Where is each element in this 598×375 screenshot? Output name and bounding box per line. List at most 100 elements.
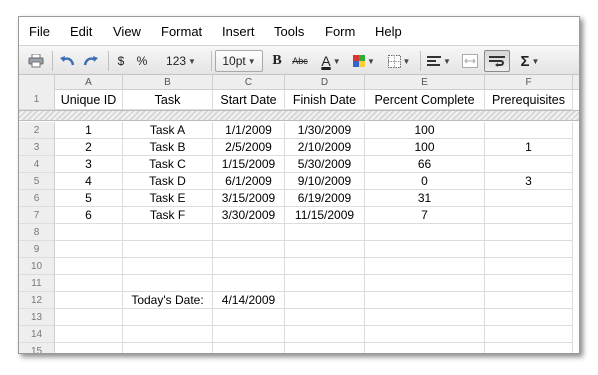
table-cell[interactable]: 2/5/2009 [213, 139, 285, 156]
table-cell[interactable]: 3/15/2009 [213, 190, 285, 207]
table-cell[interactable] [365, 224, 485, 241]
merge-cells-button[interactable] [459, 50, 481, 72]
table-cell[interactable] [365, 292, 485, 309]
table-cell[interactable] [285, 224, 365, 241]
row-header[interactable]: 6 [19, 190, 55, 207]
column-header-a[interactable]: A [55, 75, 123, 90]
menu-view[interactable]: View [113, 24, 141, 39]
table-cell[interactable] [285, 275, 365, 292]
table-cell[interactable] [285, 241, 365, 258]
table-cell[interactable] [55, 224, 123, 241]
row-header[interactable]: 2 [19, 122, 55, 139]
table-cell[interactable] [213, 309, 285, 326]
menu-tools[interactable]: Tools [274, 24, 304, 39]
table-cell[interactable]: 66 [365, 156, 485, 173]
table-cell[interactable] [55, 258, 123, 275]
table-cell[interactable]: 2 [55, 139, 123, 156]
table-cell[interactable] [485, 258, 573, 275]
number-format-dropdown[interactable]: 123 ▼ [156, 50, 206, 72]
table-cell[interactable]: 1 [485, 139, 573, 156]
table-cell[interactable] [55, 326, 123, 343]
column-header-c[interactable]: C [213, 75, 285, 90]
table-cell[interactable]: 11/15/2009 [285, 207, 365, 224]
table-cell[interactable] [123, 224, 213, 241]
table-cell[interactable]: 3 [485, 173, 573, 190]
table-cell[interactable] [365, 326, 485, 343]
table-cell[interactable]: 1 [55, 122, 123, 139]
table-cell[interactable] [485, 326, 573, 343]
text-color-button[interactable]: A ▼ [315, 50, 347, 72]
font-size-dropdown[interactable]: 10pt ▼ [215, 50, 263, 72]
header-cell-finish-date[interactable]: Finish Date [285, 90, 365, 110]
table-cell[interactable] [485, 309, 573, 326]
menu-form[interactable]: Form [325, 24, 355, 39]
undo-button[interactable] [57, 50, 77, 72]
freeze-rows-handle[interactable] [19, 110, 579, 121]
table-cell[interactable] [365, 275, 485, 292]
table-cell[interactable] [485, 241, 573, 258]
table-cell[interactable]: 4/14/2009 [213, 292, 285, 309]
table-cell[interactable] [55, 292, 123, 309]
table-cell[interactable]: 6/19/2009 [285, 190, 365, 207]
row-header[interactable]: 13 [19, 309, 55, 326]
table-cell[interactable] [213, 224, 285, 241]
table-cell[interactable] [55, 241, 123, 258]
header-cell-unique-id[interactable]: Unique ID [55, 90, 123, 110]
menu-edit[interactable]: Edit [70, 24, 92, 39]
row-header[interactable]: 10 [19, 258, 55, 275]
table-cell[interactable]: 1/1/2009 [213, 122, 285, 139]
table-cell[interactable]: Task C [123, 156, 213, 173]
table-cell[interactable] [485, 156, 573, 173]
align-button[interactable]: ▼ [424, 50, 454, 72]
row-header[interactable]: 11 [19, 275, 55, 292]
table-cell[interactable]: Task A [123, 122, 213, 139]
row-header[interactable]: 15 [19, 343, 55, 353]
table-cell[interactable]: 6 [55, 207, 123, 224]
row-header[interactable]: 5 [19, 173, 55, 190]
table-cell[interactable]: Task E [123, 190, 213, 207]
column-header-e[interactable]: E [365, 75, 485, 90]
table-cell[interactable]: Today's Date: [123, 292, 213, 309]
menu-file[interactable]: File [29, 24, 50, 39]
table-cell[interactable] [285, 258, 365, 275]
menu-help[interactable]: Help [375, 24, 402, 39]
borders-button[interactable]: ▼ [383, 50, 415, 72]
table-cell[interactable] [485, 275, 573, 292]
table-cell[interactable] [485, 224, 573, 241]
header-cell-start-date[interactable]: Start Date [213, 90, 285, 110]
table-cell[interactable] [285, 309, 365, 326]
header-cell-percent-complete[interactable]: Percent Complete [365, 90, 485, 110]
table-cell[interactable]: 1/15/2009 [213, 156, 285, 173]
table-cell[interactable] [123, 258, 213, 275]
row-header[interactable]: 14 [19, 326, 55, 343]
table-cell[interactable] [485, 122, 573, 139]
table-cell[interactable] [55, 343, 123, 353]
table-cell[interactable] [365, 309, 485, 326]
table-cell[interactable] [123, 309, 213, 326]
table-cell[interactable]: Task D [123, 173, 213, 190]
redo-button[interactable] [81, 50, 101, 72]
table-cell[interactable] [123, 275, 213, 292]
table-cell[interactable] [123, 241, 213, 258]
table-cell[interactable] [213, 343, 285, 353]
table-cell[interactable]: 3 [55, 156, 123, 173]
row-header[interactable]: 3 [19, 139, 55, 156]
row-header[interactable]: 7 [19, 207, 55, 224]
table-cell[interactable] [55, 275, 123, 292]
strikethrough-button[interactable]: Abc [289, 50, 311, 72]
table-cell[interactable] [213, 241, 285, 258]
functions-button[interactable]: Σ ▼ [515, 50, 545, 72]
table-cell[interactable] [485, 190, 573, 207]
table-cell[interactable] [365, 258, 485, 275]
table-cell[interactable]: 5 [55, 190, 123, 207]
table-cell[interactable]: 100 [365, 122, 485, 139]
table-cell[interactable] [285, 292, 365, 309]
bold-button[interactable]: B [268, 50, 286, 72]
table-cell[interactable]: 6/1/2009 [213, 173, 285, 190]
table-cell[interactable]: Task F [123, 207, 213, 224]
table-cell[interactable] [485, 292, 573, 309]
table-cell[interactable]: 0 [365, 173, 485, 190]
menu-format[interactable]: Format [161, 24, 202, 39]
table-cell[interactable]: 31 [365, 190, 485, 207]
column-header-f[interactable]: F [485, 75, 573, 90]
